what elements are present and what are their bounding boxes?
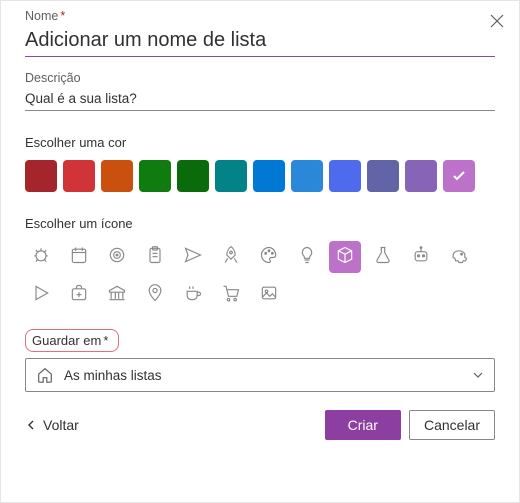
image-icon <box>259 283 279 308</box>
color-swatch[interactable] <box>291 160 323 192</box>
clipboard-icon <box>145 245 165 270</box>
save-location-dropdown[interactable]: As minhas listas <box>25 358 495 392</box>
color-swatch[interactable] <box>177 160 209 192</box>
color-swatch[interactable] <box>139 160 171 192</box>
icon-option[interactable] <box>25 279 57 311</box>
color-swatch[interactable] <box>329 160 361 192</box>
calendar-icon <box>69 245 89 270</box>
cart-icon <box>221 283 241 308</box>
icon-option[interactable] <box>215 279 247 311</box>
color-swatch[interactable] <box>367 160 399 192</box>
icon-option[interactable] <box>367 241 399 273</box>
required-marker: * <box>60 9 65 23</box>
icon-option[interactable] <box>329 241 361 273</box>
icon-option[interactable] <box>139 279 171 311</box>
choose-color-label: Escolher uma cor <box>25 135 495 150</box>
target-icon <box>107 245 127 270</box>
coffee-icon <box>183 283 203 308</box>
color-row <box>25 160 495 192</box>
icon-option[interactable] <box>139 241 171 273</box>
color-swatch[interactable] <box>253 160 285 192</box>
color-swatch[interactable] <box>215 160 247 192</box>
name-input[interactable] <box>25 25 495 57</box>
name-label: Nome* <box>25 9 495 23</box>
icon-option[interactable] <box>443 241 475 273</box>
save-to-label: Guardar em* <box>25 329 119 352</box>
create-button[interactable]: Criar <box>325 410 401 440</box>
back-label: Voltar <box>43 417 79 433</box>
required-marker: * <box>103 333 108 348</box>
color-swatch[interactable] <box>25 160 57 192</box>
close-icon <box>490 14 504 28</box>
chevron-left-icon <box>25 419 37 431</box>
icon-grid <box>25 241 495 311</box>
color-swatch[interactable] <box>443 160 475 192</box>
piggybank-icon <box>449 245 469 270</box>
color-swatch[interactable] <box>63 160 95 192</box>
icon-option[interactable] <box>215 241 247 273</box>
icon-option[interactable] <box>63 279 95 311</box>
rocket-icon <box>221 245 241 270</box>
icon-option[interactable] <box>101 279 133 311</box>
description-input[interactable] <box>25 87 495 111</box>
bug-icon <box>31 245 51 270</box>
color-swatch[interactable] <box>101 160 133 192</box>
icon-option[interactable] <box>253 241 285 273</box>
icon-option[interactable] <box>101 241 133 273</box>
robot-icon <box>411 245 431 270</box>
back-button[interactable]: Voltar <box>25 417 79 433</box>
airplane-icon <box>183 245 203 270</box>
close-button[interactable] <box>485 9 509 33</box>
cancel-button[interactable]: Cancelar <box>409 410 495 440</box>
palette-icon <box>259 245 279 270</box>
flask-icon <box>373 245 393 270</box>
home-icon <box>36 366 54 384</box>
play-icon <box>31 283 51 308</box>
firstaid-icon <box>69 283 89 308</box>
icon-option[interactable] <box>405 241 437 273</box>
icon-option[interactable] <box>177 279 209 311</box>
cube-icon <box>335 245 355 270</box>
icon-option[interactable] <box>177 241 209 273</box>
chevron-down-icon <box>472 369 484 381</box>
color-swatch[interactable] <box>405 160 437 192</box>
check-icon <box>451 168 467 184</box>
icon-option[interactable] <box>253 279 285 311</box>
bank-icon <box>107 283 127 308</box>
lightbulb-icon <box>297 245 317 270</box>
description-label: Descrição <box>25 71 495 85</box>
mappin-icon <box>145 283 165 308</box>
choose-icon-label: Escolher um ícone <box>25 216 495 231</box>
dropdown-value: As minhas listas <box>64 368 162 383</box>
icon-option[interactable] <box>63 241 95 273</box>
icon-option[interactable] <box>291 241 323 273</box>
icon-option[interactable] <box>25 241 57 273</box>
